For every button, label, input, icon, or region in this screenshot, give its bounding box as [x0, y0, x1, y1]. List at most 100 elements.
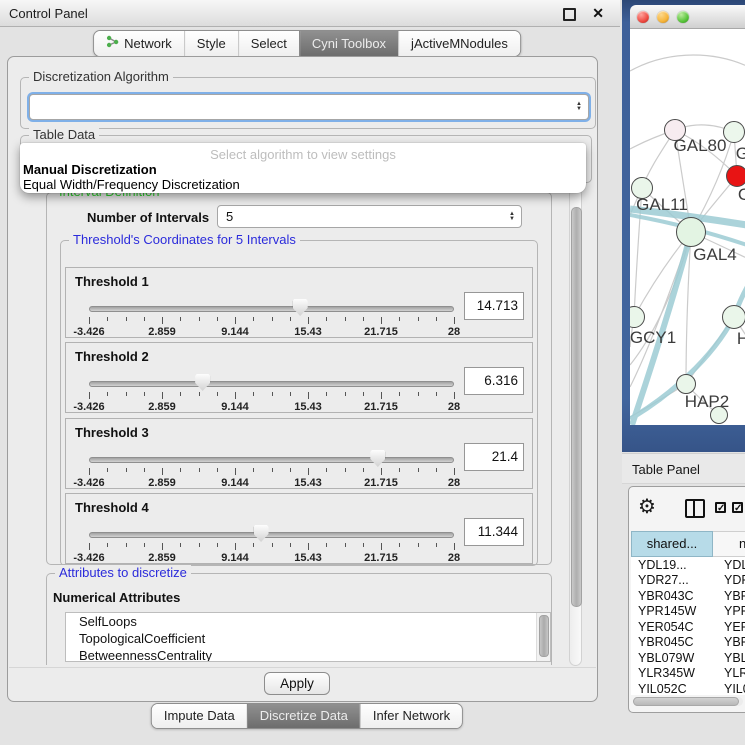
- slider-thumb[interactable]: [293, 299, 308, 316]
- table-row[interactable]: YDL19...YDL1: [631, 557, 745, 573]
- popup-option-manual-discretization[interactable]: Manual Discretization: [20, 162, 586, 177]
- tick-mark: [217, 543, 218, 547]
- scrollbar-thumb[interactable]: [539, 615, 549, 657]
- close-icon[interactable]: ✕: [592, 5, 604, 21]
- network-node-h-node[interactable]: [722, 305, 745, 329]
- tick-mark: [126, 543, 127, 547]
- tick-mark: [217, 468, 218, 472]
- threshold-2-slider[interactable]: -3.426 2.859 9.144 15.43 21.715 28: [89, 380, 454, 412]
- table-row[interactable]: YIL052CYIL0: [631, 681, 745, 695]
- tick-mark: [253, 317, 254, 321]
- slider-ticks: [89, 317, 454, 325]
- table-row[interactable]: YBR043CYBR0: [631, 588, 745, 604]
- slider-track[interactable]: [89, 457, 454, 463]
- network-node-selected-red[interactable]: [726, 165, 745, 187]
- column-header-shared-name[interactable]: shared...: [631, 531, 713, 557]
- slider-track[interactable]: [89, 306, 454, 312]
- tick-mark: [381, 392, 382, 399]
- mac-close-button[interactable]: [637, 11, 649, 23]
- scrollbar-thumb[interactable]: [633, 697, 739, 706]
- threshold-3-value[interactable]: 21.4: [464, 443, 524, 471]
- tick-mark: [162, 392, 163, 399]
- network-node-top-right[interactable]: [723, 121, 745, 143]
- threshold-1-slider[interactable]: -3.426 2.859 9.144 15.43 21.715 28: [89, 305, 454, 337]
- number-of-intervals-combo[interactable]: 5 ▲▼: [217, 205, 522, 228]
- algorithm-combo[interactable]: ▲▼: [29, 94, 589, 120]
- network-node-gcy1[interactable]: [630, 306, 645, 328]
- control-panel-tabs: Network Style Select Cyni Toolbox jActiv…: [93, 30, 521, 57]
- cell: YER0: [713, 620, 745, 634]
- tab-impute-data[interactable]: Impute Data: [152, 704, 247, 728]
- scrollbar-thumb[interactable]: [571, 207, 582, 607]
- group-title: Attributes to discretize: [55, 565, 191, 580]
- threshold-2-value[interactable]: 6.316: [464, 367, 524, 395]
- numerical-attributes-list[interactable]: SelfLoops TopologicalCoefficient Between…: [65, 612, 551, 662]
- list-scrollbar[interactable]: [536, 613, 550, 661]
- threshold-1-value[interactable]: 14.713: [464, 292, 524, 320]
- tick-label: 21.715: [364, 326, 398, 338]
- tick-mark: [253, 468, 254, 472]
- apply-button[interactable]: Apply: [264, 672, 330, 695]
- tab-infer-network[interactable]: Infer Network: [360, 704, 462, 728]
- tab-cyni-toolbox[interactable]: Cyni Toolbox: [299, 31, 398, 56]
- tick-mark: [308, 543, 309, 550]
- tab-network[interactable]: Network: [94, 31, 184, 56]
- tick-label: 21.715: [364, 477, 398, 489]
- table-row[interactable]: YER054CYER0: [631, 619, 745, 635]
- tab-discretize-data[interactable]: Discretize Data: [247, 704, 360, 728]
- slider-track[interactable]: [89, 381, 454, 387]
- checkbox-checked-icon[interactable]: ✓: [715, 502, 726, 513]
- tick-mark: [272, 543, 273, 547]
- slider-thumb[interactable]: [195, 374, 210, 391]
- separator: [9, 667, 596, 668]
- threshold-4-value[interactable]: 11.344: [464, 518, 524, 546]
- network-node-label: GAL4: [693, 245, 736, 265]
- tick-label: 2.859: [148, 401, 176, 413]
- list-item[interactable]: TopologicalCoefficient: [66, 630, 550, 647]
- tab-select[interactable]: Select: [238, 31, 299, 56]
- tick-label: 28: [448, 326, 460, 338]
- network-node-gal4[interactable]: [676, 217, 706, 247]
- tick-mark: [436, 543, 437, 547]
- table-row[interactable]: YDR27...YDR2: [631, 573, 745, 589]
- tick-mark: [326, 317, 327, 321]
- network-canvas[interactable]: GAL80GACGAL11GAL4GCY1HHAP2: [630, 29, 745, 425]
- float-window-icon[interactable]: [563, 8, 576, 21]
- cell: YDL1: [713, 558, 745, 572]
- table-hscrollbar[interactable]: [633, 697, 743, 706]
- panel-scrollbar[interactable]: [569, 188, 582, 666]
- tick-mark: [107, 468, 108, 472]
- tab-style[interactable]: Style: [184, 31, 238, 56]
- gear-icon[interactable]: ⚙: [638, 494, 656, 519]
- network-node-hap2[interactable]: [676, 374, 696, 394]
- tick-mark: [272, 468, 273, 472]
- thresholds-group: Threshold's Coordinates for 5 Intervals …: [60, 240, 538, 566]
- tab-jactivemnodules[interactable]: jActiveMNodules: [398, 31, 520, 56]
- threshold-4-slider[interactable]: -3.426 2.859 9.144 15.43 21.715 28: [89, 531, 454, 563]
- list-item[interactable]: SelfLoops: [66, 613, 550, 630]
- table-panel-title: Table Panel: [632, 462, 700, 477]
- slider-ticks: [89, 468, 454, 476]
- table-row[interactable]: YLR345WYLR3: [631, 666, 745, 682]
- network-node-bottom-partial[interactable]: [710, 406, 728, 424]
- tick-mark: [199, 392, 200, 396]
- tick-label: 2.859: [148, 552, 176, 564]
- tick-mark: [363, 317, 364, 321]
- slider-thumb[interactable]: [370, 450, 385, 467]
- popup-option-equal-width-frequency[interactable]: Equal Width/Frequency Discretization: [20, 177, 586, 192]
- slider-track[interactable]: [89, 532, 454, 538]
- table-row[interactable]: YPR145WYPR1: [631, 604, 745, 620]
- mac-minimize-button[interactable]: [657, 11, 669, 23]
- slider-thumb[interactable]: [254, 525, 269, 542]
- table-row[interactable]: YBL079WYBL0: [631, 650, 745, 666]
- threshold-3-slider[interactable]: -3.426 2.859 9.144 15.43 21.715 28: [89, 456, 454, 488]
- table-row[interactable]: YBR045CYBR0: [631, 635, 745, 651]
- tab-label: Style: [197, 36, 226, 51]
- table-rows[interactable]: YDL19...YDL1 YDR27...YDR2 YBR043CYBR0 YP…: [631, 557, 745, 695]
- columns-icon[interactable]: [685, 499, 705, 518]
- column-header-name[interactable]: n: [713, 531, 745, 557]
- checkbox-checked-icon[interactable]: ✓: [732, 502, 743, 513]
- list-item[interactable]: BetweennessCentrality: [66, 647, 550, 662]
- threshold-4-panel: Threshold 4 -3.426 2.859 9.144 15.43 21.…: [65, 493, 533, 564]
- mac-zoom-button[interactable]: [677, 11, 689, 23]
